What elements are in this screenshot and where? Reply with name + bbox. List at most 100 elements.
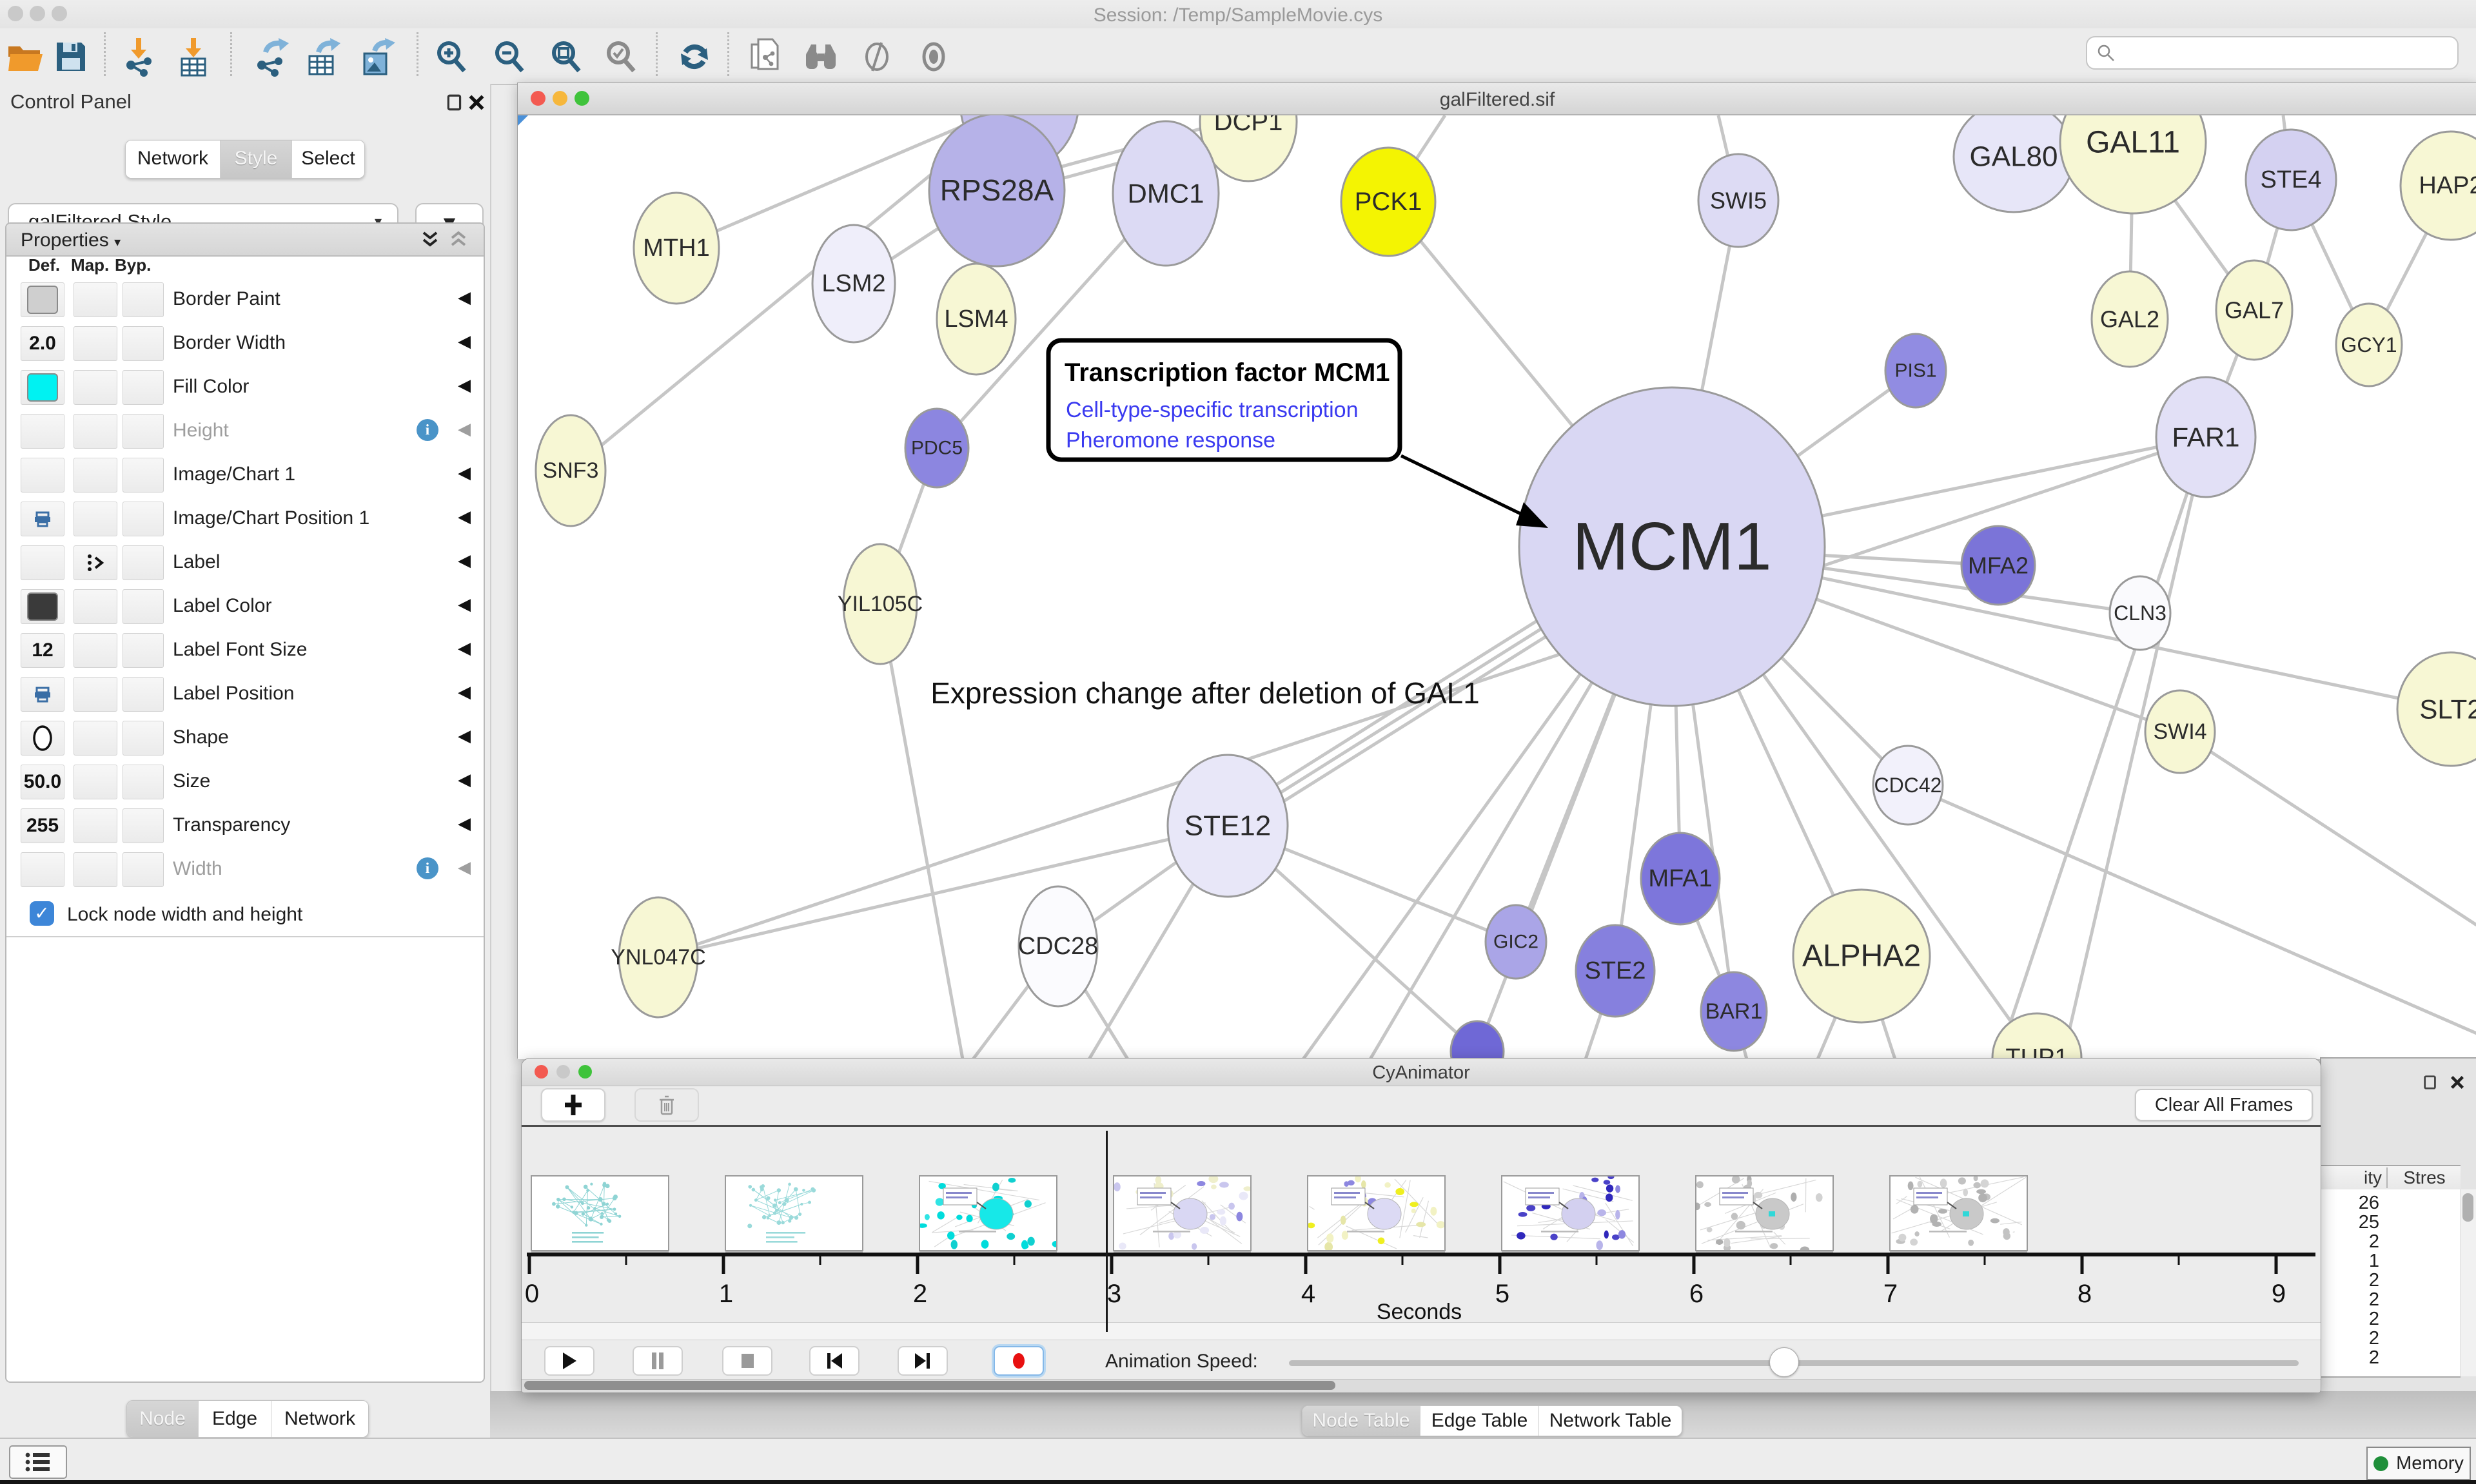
tab-edge-table[interactable]: Edge Table <box>1420 1406 1539 1436</box>
property-row-fill-color[interactable]: Fill Color◀ <box>6 365 484 409</box>
expand-arrow-icon[interactable]: ◀ <box>458 639 471 658</box>
node-PDC5[interactable]: PDC5 <box>905 409 968 487</box>
node-FAR1[interactable]: FAR1 <box>2156 377 2255 497</box>
lock-size-row[interactable]: ✓ Lock node width and height <box>6 891 484 937</box>
timeline-ruler[interactable]: 0123456789Seconds <box>522 1249 2321 1322</box>
frame-thumbnail-5[interactable] <box>1307 1175 1446 1251</box>
network-window-titlebar[interactable]: galFiltered.sif <box>518 83 2476 115</box>
binoculars-icon[interactable] <box>800 36 841 77</box>
table-cell[interactable]: 2 <box>2321 1290 2379 1309</box>
expand-arrow-icon[interactable]: ◀ <box>458 288 471 308</box>
expand-arrow-icon[interactable]: ◀ <box>458 332 471 351</box>
float-panel-icon[interactable] <box>445 93 464 115</box>
table-body[interactable]: 26252122222 <box>2321 1189 2461 1378</box>
default-value-cell[interactable] <box>21 414 64 449</box>
table-cell[interactable]: 2 <box>2321 1309 2379 1329</box>
property-row-border-width[interactable]: 2.0Border Width◀ <box>6 321 484 366</box>
default-value-cell[interactable]: 12 <box>21 633 64 668</box>
property-row-label-font-size[interactable]: 12Label Font Size◀ <box>6 628 484 672</box>
mapping-value-cell[interactable] <box>74 677 117 712</box>
tab-select[interactable]: Select <box>292 141 364 178</box>
annotation-callout[interactable]: Transcription factor MCM1Cell-type-speci… <box>1048 340 1548 528</box>
default-value-cell[interactable]: 2.0 <box>21 326 64 361</box>
expand-arrow-icon[interactable]: ◀ <box>458 770 471 790</box>
node-GAL2[interactable]: GAL2 <box>2092 271 2168 367</box>
table-scrollbar-thumb[interactable] <box>2462 1193 2473 1222</box>
expand-arrow-icon[interactable]: ◀ <box>458 551 471 571</box>
task-history-button[interactable] <box>9 1445 67 1479</box>
expand-arrow-icon[interactable]: ◀ <box>458 507 471 527</box>
bypass-value-cell[interactable] <box>123 677 164 712</box>
node-STE4[interactable]: STE4 <box>2246 130 2336 230</box>
table-cell[interactable]: 2 <box>2321 1348 2379 1367</box>
node-SLT2[interactable]: SLT2 <box>2397 652 2476 766</box>
zoom-out-icon[interactable] <box>489 36 530 77</box>
property-row-size[interactable]: 50.0Size◀ <box>6 759 484 804</box>
search-input[interactable] <box>2116 42 2428 64</box>
column-header[interactable]: Stres <box>2388 1167 2461 1188</box>
tab-node-table[interactable]: Node Table <box>1302 1406 1420 1436</box>
table-cell[interactable]: 26 <box>2321 1193 2379 1213</box>
zoom-in-icon[interactable] <box>431 36 472 77</box>
table-cell[interactable]: 2 <box>2321 1271 2379 1290</box>
default-value-cell[interactable]: 50.0 <box>21 765 64 799</box>
table-cell[interactable]: 25 <box>2321 1213 2379 1232</box>
node-NODE_B[interactable] <box>1451 1021 1504 1059</box>
node-YNL047C[interactable]: YNL047C <box>611 897 705 1017</box>
node-CDC28[interactable]: CDC28 <box>1018 886 1099 1006</box>
default-value-cell[interactable] <box>21 502 64 536</box>
bypass-value-cell[interactable] <box>123 282 164 317</box>
default-value-cell[interactable] <box>21 458 64 493</box>
close-panel-icon[interactable] <box>467 93 486 115</box>
network-canvas[interactable]: DCP1RPS28ADMC1PCK1SWI5GAL80GAL11STE4HAP2… <box>518 115 2476 1059</box>
play-button[interactable] <box>544 1346 594 1376</box>
expand-arrow-icon[interactable]: ◀ <box>458 464 471 483</box>
mapping-value-cell[interactable] <box>74 589 117 624</box>
import-network-icon[interactable] <box>118 36 159 77</box>
node-MTH1[interactable]: MTH1 <box>634 193 719 304</box>
node-GAL11[interactable]: GAL11 <box>2060 115 2206 213</box>
folder-open-icon[interactable] <box>5 36 46 77</box>
frame-thumbnail-1[interactable] <box>531 1175 669 1251</box>
table-cell[interactable]: 1 <box>2321 1251 2379 1271</box>
default-value-cell[interactable]: 255 <box>21 808 64 843</box>
lock-checkbox[interactable]: ✓ <box>30 901 54 926</box>
node-LSM4[interactable]: LSM4 <box>937 264 1016 375</box>
close-panel-icon[interactable] <box>2449 1074 2466 1094</box>
node-RPS28A[interactable]: RPS28A <box>929 115 1065 266</box>
search-field[interactable] <box>2086 36 2459 70</box>
cyanimator-titlebar[interactable]: CyAnimator <box>522 1059 2321 1086</box>
tab-network-table[interactable]: Network Table <box>1539 1406 1682 1436</box>
export-table-icon[interactable] <box>302 36 343 77</box>
annotation-link[interactable]: Cell-type-specific transcription <box>1066 398 1359 422</box>
float-panel-icon[interactable] <box>2422 1074 2439 1094</box>
clear-all-frames-button[interactable]: Clear All Frames <box>2135 1089 2313 1121</box>
save-icon[interactable] <box>50 36 92 77</box>
delete-frame-button[interactable] <box>634 1088 699 1122</box>
animation-speed-knob[interactable] <box>1769 1347 1799 1377</box>
record-button[interactable] <box>994 1346 1044 1376</box>
default-value-cell[interactable] <box>21 545 64 580</box>
node-HAP2[interactable]: HAP2 <box>2401 132 2476 240</box>
skip-start-button[interactable] <box>809 1346 860 1376</box>
stop-button[interactable] <box>722 1346 772 1376</box>
node-YIL105C[interactable]: YIL105C <box>838 544 923 664</box>
mapping-value-cell[interactable] <box>74 852 117 887</box>
mapping-value-cell[interactable] <box>74 633 117 668</box>
frame-thumbnail-8[interactable] <box>1889 1175 2028 1251</box>
node-MCM1[interactable]: MCM1 <box>1519 387 1825 706</box>
mapping-value-cell[interactable] <box>74 721 117 756</box>
bypass-value-cell[interactable] <box>123 502 164 536</box>
export-image-icon[interactable] <box>357 36 398 77</box>
node-TUP1[interactable]: TUP1 <box>1992 1013 2081 1059</box>
duplicate-network-icon[interactable] <box>743 36 785 77</box>
node-CDC42[interactable]: CDC42 <box>1873 746 1943 825</box>
node-MFA1[interactable]: MFA1 <box>1641 833 1720 924</box>
memory-button[interactable]: Memory <box>2366 1447 2471 1480</box>
tab-node[interactable]: Node <box>127 1401 199 1437</box>
bypass-value-cell[interactable] <box>123 589 164 624</box>
default-value-cell[interactable] <box>21 721 64 756</box>
frame-thumbnail-6[interactable] <box>1501 1175 1640 1251</box>
default-value-cell[interactable] <box>21 677 64 712</box>
info-icon[interactable]: i <box>417 419 438 441</box>
